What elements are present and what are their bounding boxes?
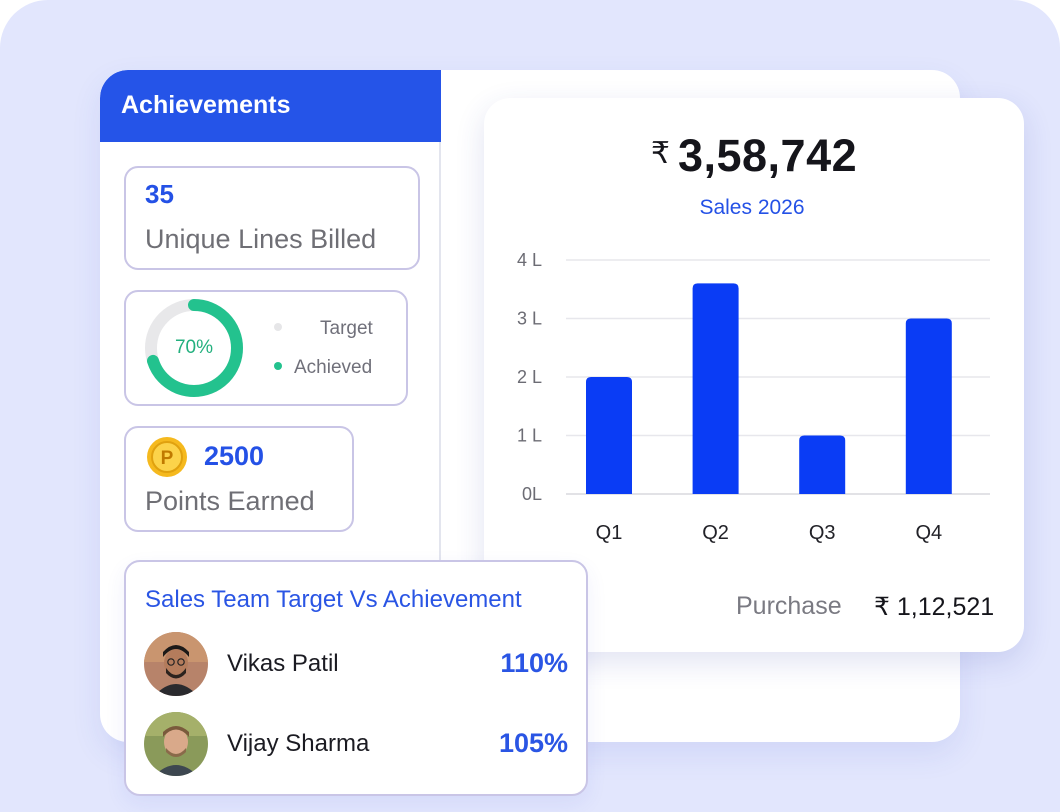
avatar	[144, 712, 208, 776]
sales-total: ₹3,58,742	[484, 130, 1024, 182]
points-value: 2500	[204, 441, 265, 471]
member-percent: 110%	[500, 648, 568, 678]
legend-achieved-label: Achieved	[294, 357, 373, 378]
svg-text:P: P	[161, 448, 174, 469]
y-tick-label: 4 L	[517, 250, 542, 270]
sales-total-amount: 3,58,742	[677, 130, 858, 181]
y-tick-label: 1 L	[517, 426, 542, 446]
legend-achieved-dot	[274, 361, 282, 370]
avatar	[144, 632, 208, 696]
legend-achieved: Achieved	[274, 357, 372, 379]
legend-target-label: Target	[320, 318, 373, 339]
legend-target-dot	[274, 322, 282, 331]
achievements-title: Achievements	[100, 70, 441, 142]
currency-symbol: ₹	[650, 137, 670, 170]
team-member-row[interactable]: Vikas Patil 110%	[144, 632, 568, 698]
team-card: Sales Team Target Vs Achievement Vikas P…	[124, 560, 588, 796]
bar-q4[interactable]	[905, 318, 952, 495]
points-tile: P 2500 Points Earned	[124, 426, 354, 532]
y-tick-label: 2 L	[517, 367, 542, 387]
bar-q3[interactable]	[799, 435, 846, 495]
member-name: Vikas Patil	[227, 650, 339, 677]
x-tick-label: Q3	[809, 522, 836, 544]
member-name: Vijay Sharma	[227, 730, 370, 757]
legend-target: Target	[274, 318, 373, 340]
x-tick-label: Q4	[915, 522, 942, 544]
y-tick-label: 0L	[522, 484, 542, 504]
team-member-row[interactable]: Vijay Sharma 105%	[144, 712, 568, 778]
bar-q2[interactable]	[692, 283, 739, 494]
x-tick-label: Q2	[702, 522, 729, 544]
y-tick-label: 3 L	[517, 309, 542, 329]
coin-icon: P	[147, 437, 187, 477]
sales-bar-chart: 0L 1 L 2 L 3 L 4 L Q1 Q2 Q3 Q4	[517, 250, 990, 544]
bar-q1[interactable]	[586, 377, 632, 494]
unique-lines-value: 35	[145, 179, 174, 209]
unique-lines-label: Unique Lines Billed	[145, 224, 377, 254]
team-title: Sales Team Target Vs Achievement	[145, 586, 522, 613]
target-progress-tile: 70% Target Achieved	[124, 290, 408, 406]
x-tick-label: Q1	[596, 522, 623, 544]
points-label: Points Earned	[145, 486, 315, 516]
donut-percent: 70%	[174, 337, 214, 358]
purchase-label: Purchase	[736, 592, 842, 620]
member-percent: 105%	[498, 728, 568, 758]
purchase-value: ₹ 1,12,521	[874, 593, 995, 621]
sales-subtitle: Sales 2026	[699, 196, 805, 219]
unique-lines-tile: 35 Unique Lines Billed	[124, 166, 420, 270]
